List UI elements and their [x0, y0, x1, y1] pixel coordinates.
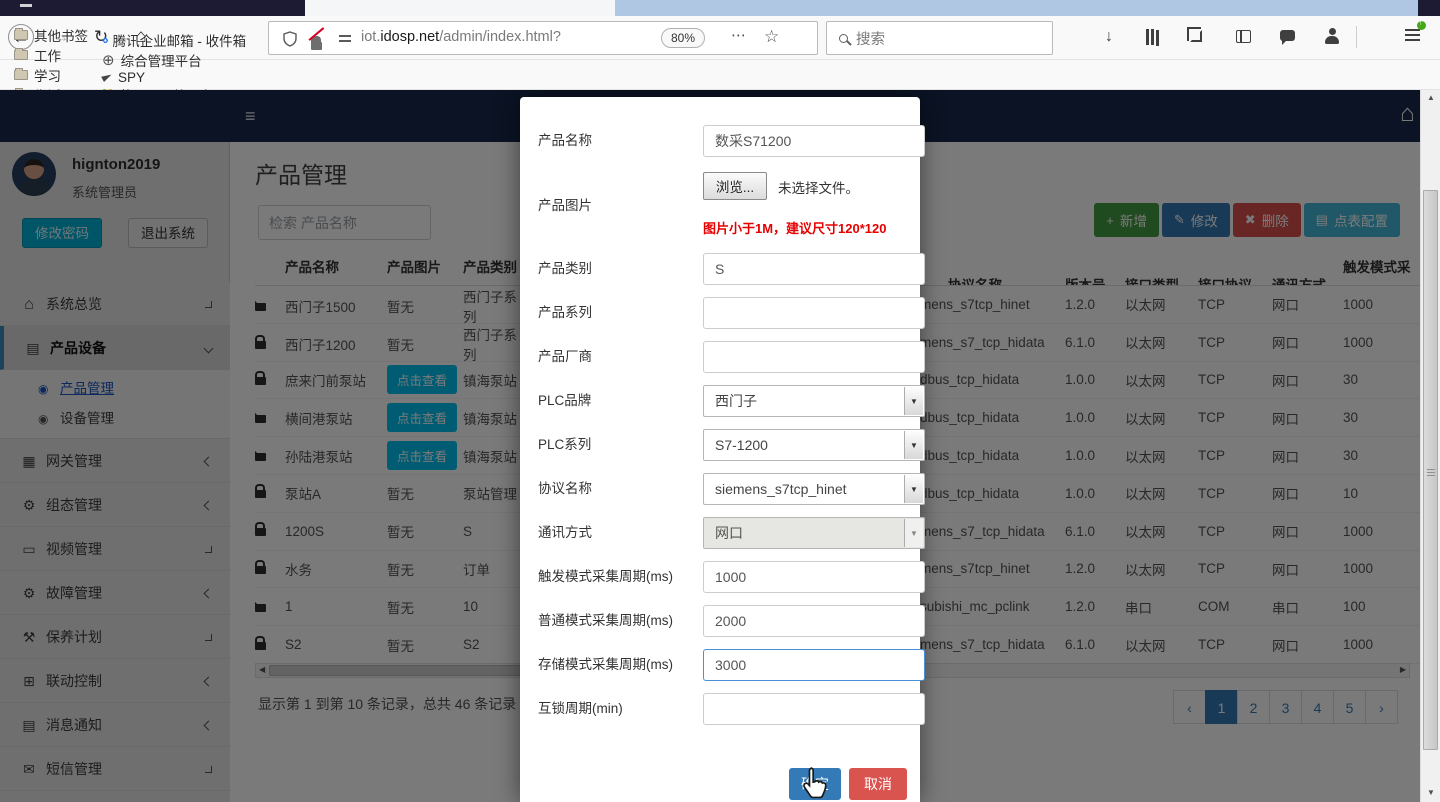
chevron-down-icon: ▼ — [904, 387, 923, 415]
search-icon — [839, 34, 848, 43]
bookmark-folder[interactable]: 工作 — [14, 45, 88, 65]
bookmark-star-icon[interactable]: ☆ — [764, 27, 779, 47]
insecure-lock-icon[interactable] — [311, 37, 322, 55]
product-name-input[interactable] — [703, 125, 925, 157]
cancel-button[interactable]: 取消 — [849, 768, 907, 800]
field-label: PLC品牌 — [538, 385, 591, 417]
file-status-text: 未选择文件。 — [778, 177, 859, 197]
trigger-period-input[interactable] — [703, 561, 925, 593]
messages-icon[interactable] — [1280, 30, 1295, 41]
scroll-up-arrow[interactable]: ▲ — [1421, 93, 1440, 102]
field-label: 互锁周期(min) — [538, 693, 623, 725]
product-type-input[interactable] — [703, 253, 925, 285]
chevron-down-icon: ▼ — [904, 475, 923, 503]
image-hint-text: 图片小于1M，建议尺寸120*120 — [703, 218, 887, 237]
bookmark-folder[interactable]: 其他书签 — [14, 25, 88, 45]
url-text[interactable]: iot.idosp.net/admin/index.html? — [361, 29, 561, 45]
folder-icon — [14, 50, 28, 60]
interlock-period-input[interactable] — [703, 693, 925, 725]
globe-icon: ⊕ — [102, 51, 115, 69]
browser-tab-strip — [0, 0, 1440, 16]
product-series-input[interactable] — [703, 297, 925, 329]
menu-hamburger-icon[interactable] — [1405, 29, 1420, 31]
storage-period-input[interactable] — [703, 649, 925, 681]
zoom-level-badge[interactable]: 80% — [661, 28, 705, 48]
field-label: 产品图片 — [538, 190, 592, 222]
field-label: 触发模式采集周期(ms) — [538, 561, 673, 593]
field-label: 普通模式采集周期(ms) — [538, 605, 673, 637]
bookmark-site[interactable]: ⊕ 综合管理平台 — [102, 50, 246, 70]
mouse-cursor — [800, 766, 830, 800]
chevron-down-icon: ▼ — [904, 519, 923, 547]
dart-icon — [101, 72, 113, 82]
window-title-mark — [20, 4, 32, 7]
field-label: 存储模式采集周期(ms) — [538, 649, 673, 681]
browse-file-button[interactable]: 浏览... — [703, 172, 767, 200]
field-label: 产品系列 — [538, 297, 592, 329]
plc-brand-select[interactable]: 西门子▼ — [703, 385, 925, 417]
protocol-select[interactable]: siemens_s7tcp_hinet▼ — [703, 473, 925, 505]
search-placeholder: 搜索 — [856, 28, 885, 49]
field-label: PLC系列 — [538, 429, 591, 461]
bookmark-site-label: 综合管理平台 — [121, 50, 202, 70]
bookmark-site-label: 腾讯企业邮箱 - 收件箱 — [113, 30, 247, 50]
bookmarks-bar: 其他书签工作学习生活其他 ‹›腾讯企业邮箱 - 收件箱⊕综合管理平台SPY萤石云… — [0, 60, 1440, 90]
field-label: 产品名称 — [538, 125, 592, 157]
toolbar-divider — [1356, 26, 1357, 48]
browser-search-bar[interactable]: 搜索 — [826, 21, 1053, 55]
library-icon[interactable] — [1146, 29, 1149, 45]
mail-icon: ‹› — [102, 32, 107, 47]
product-vendor-input[interactable] — [703, 341, 925, 373]
bookmark-site-label: SPY — [118, 70, 145, 85]
plc-series-select[interactable]: S7-1200▼ — [703, 429, 925, 461]
edit-product-modal: 产品名称 产品图片 浏览... 未选择文件。 图片小于1M，建议尺寸120*12… — [520, 97, 920, 802]
scroll-down-arrow[interactable]: ▼ — [1421, 788, 1440, 797]
bookmark-folder-label: 其他书签 — [34, 25, 88, 45]
account-icon[interactable] — [1324, 28, 1340, 44]
folder-icon — [14, 70, 28, 80]
shield-icon[interactable] — [283, 31, 297, 47]
bookmark-site[interactable]: ‹› 腾讯企业邮箱 - 收件箱 — [102, 30, 246, 50]
downloads-icon[interactable]: ↓ — [1098, 28, 1120, 46]
permissions-icon[interactable] — [339, 35, 351, 37]
field-label: 通讯方式 — [538, 517, 592, 549]
chevron-down-icon: ▼ — [904, 431, 923, 459]
normal-period-input[interactable] — [703, 605, 925, 637]
field-label: 协议名称 — [538, 473, 592, 505]
update-badge — [1417, 21, 1426, 30]
sidebar-toggle-icon[interactable] — [1236, 30, 1251, 43]
url-bar[interactable]: iot.idosp.net/admin/index.html? 80% ⋯ ☆ — [268, 21, 818, 55]
screenshot-icon[interactable] — [1190, 30, 1202, 42]
tab-bar-background — [615, 0, 1418, 16]
comm-mode-select: 网口▼ — [703, 517, 925, 549]
folder-icon — [14, 30, 28, 40]
browser-scrollbar-thumb[interactable] — [1423, 190, 1438, 750]
field-label: 产品类别 — [538, 253, 592, 285]
page-actions-icon[interactable]: ⋯ — [731, 26, 746, 44]
bookmark-site[interactable]: SPY — [102, 70, 246, 85]
browser-scrollbar[interactable]: ▲ ▼ — [1420, 90, 1440, 802]
bookmark-folder[interactable]: 学习 — [14, 65, 88, 85]
bookmark-folder-label: 工作 — [34, 45, 61, 65]
field-label: 产品厂商 — [538, 341, 592, 373]
active-tab[interactable] — [305, 0, 615, 16]
bookmark-folder-label: 学习 — [34, 65, 61, 85]
